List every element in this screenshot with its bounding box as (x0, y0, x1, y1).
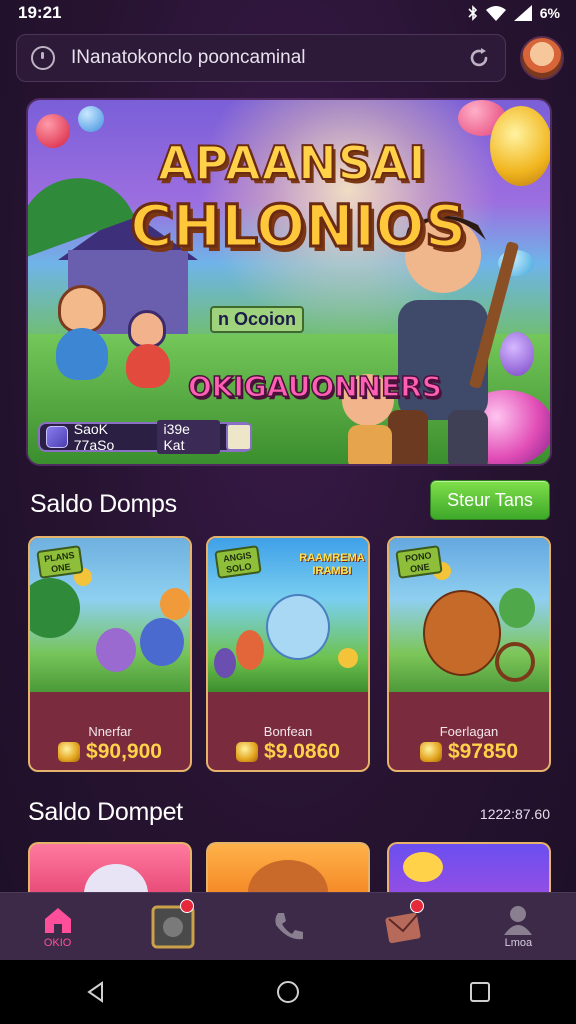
battery-level: 6% (539, 5, 560, 21)
system-nav-bar (0, 960, 576, 1024)
nav-mail[interactable] (368, 895, 438, 959)
home-icon (44, 907, 71, 933)
refresh-icon[interactable] (467, 46, 491, 70)
character-kid-body (56, 328, 108, 380)
card-name: Foerlagan (439, 724, 499, 739)
tree-decoration (30, 578, 80, 638)
nav-home[interactable]: OKIO (23, 895, 93, 959)
avatar[interactable] (520, 36, 564, 80)
card-name: Nnerfar (88, 724, 132, 739)
note-icon (226, 423, 252, 451)
wifi-icon (485, 6, 506, 21)
character-kid (236, 630, 264, 670)
card-price: $9.0860 (208, 740, 368, 764)
nav-profile[interactable]: Lmoa (483, 895, 553, 959)
signal-icon (513, 5, 532, 21)
bluetooth-icon (468, 5, 477, 21)
card-price-value: $97850 (447, 740, 519, 763)
nav-games[interactable] (138, 895, 208, 959)
notification-badge (410, 898, 425, 913)
nav-phone[interactable] (253, 895, 323, 959)
status-icons: 6% (468, 5, 560, 21)
character-cat (266, 594, 330, 660)
hero-promo-chip[interactable]: SaoK 77aSo i39e Kat (38, 420, 252, 454)
search-query[interactable]: INanatokonclo pooncaminal (71, 47, 467, 69)
search-bar[interactable]: INanatokonclo pooncaminal (16, 34, 506, 82)
nav-home-label: OKIO (43, 936, 72, 949)
recents-icon[interactable] (468, 980, 492, 1004)
gem-icon (46, 426, 68, 448)
notification-badge (179, 898, 194, 913)
section-title: Saldo Dompet (28, 798, 183, 826)
hero-subtitle: OKIGAUONNERS (187, 369, 442, 404)
section-title: Saldo Domps (30, 490, 177, 518)
profile-icon (504, 905, 533, 935)
card-name: Bonfean (263, 724, 313, 739)
character-kid (58, 285, 106, 333)
character-kid-body (126, 344, 170, 388)
card-price: $90,900 (30, 740, 190, 764)
bottom-nav: OKIO Lmoa (0, 892, 576, 960)
clock-icon (31, 46, 55, 70)
balance-counter: 1222:87.60 (479, 806, 550, 822)
character-kid (214, 648, 236, 678)
coin-decoration (490, 106, 550, 186)
mail-icon (385, 912, 421, 943)
status-bar: 19:21 6% (0, 0, 576, 26)
game-card[interactable]: PONO ONE Foerlagan $97850 (387, 536, 551, 772)
character-kid (128, 310, 166, 348)
coin-icon (58, 742, 81, 762)
character-orange (160, 588, 190, 620)
status-time: 19:21 (18, 3, 62, 22)
hero-sign: n Ocoion (210, 306, 304, 333)
app-screen: 19:21 6% INanatokonclo pooncaminal APAAN… (0, 0, 576, 1024)
coin-decoration (338, 648, 358, 668)
chip-text: SaoK 77aSo (73, 421, 115, 453)
hero-banner[interactable]: APAANSAI CHLONIOS n Ocoion OKIGAUONNERS … (26, 98, 552, 466)
card-price-value: $90,900 (86, 740, 162, 763)
phone-icon (275, 912, 303, 939)
gem-decoration (78, 106, 104, 132)
game-card[interactable]: PLANS ONE Nnerfar $90,900 (28, 536, 192, 772)
start-button[interactable]: Steur Tans (430, 480, 550, 520)
cart-wheel (495, 642, 535, 682)
nav-profile-label: Lmoa (504, 936, 533, 949)
card-price: $97850 (389, 740, 549, 764)
hero-title-line1: APAANSAI (157, 135, 427, 191)
character-blue (140, 618, 184, 666)
character-purple (96, 628, 136, 672)
character-horse (423, 590, 501, 676)
card-price-value: $9.0860 (264, 740, 340, 763)
gem-decoration (36, 114, 70, 148)
home-circle-icon[interactable] (275, 979, 301, 1005)
chip-tag: i39e Kat (157, 420, 221, 454)
character-goblin (499, 588, 535, 628)
hero-title-line2: CHLONIOS (129, 191, 469, 262)
coin-icon (236, 742, 259, 762)
gem-decoration (403, 852, 443, 882)
coin-icon (419, 742, 442, 762)
card-banner: RAAMREMA IRAMBI (299, 552, 365, 577)
game-card[interactable]: ANGIS SOLO RAAMREMA IRAMBI Bonfean $9.08… (206, 536, 370, 772)
back-icon[interactable] (84, 980, 108, 1004)
